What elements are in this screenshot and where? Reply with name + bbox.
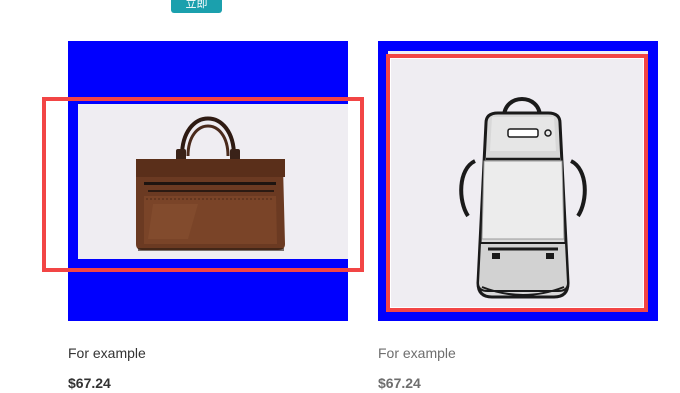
product-price: $67.24 [68,375,111,391]
product-name[interactable]: For example [378,344,658,362]
top-action-button[interactable]: 立即 [171,0,222,13]
product-card[interactable]: For example $67.24 [42,41,364,392]
product-image-container[interactable] [378,41,658,321]
top-action-button-label: 立即 [185,0,208,10]
product-image-container[interactable] [42,41,364,321]
product-grid-page: 立即 For example $67.24 For example $67.24 [0,0,680,393]
product-price: $67.24 [378,375,421,391]
leather-briefcase-icon [136,116,285,251]
product-name[interactable]: For example [68,344,348,362]
product-card[interactable]: For example $67.24 [378,41,658,392]
backpack-icon [459,97,587,299]
product-photo [78,104,348,259]
product-photo [388,51,648,311]
